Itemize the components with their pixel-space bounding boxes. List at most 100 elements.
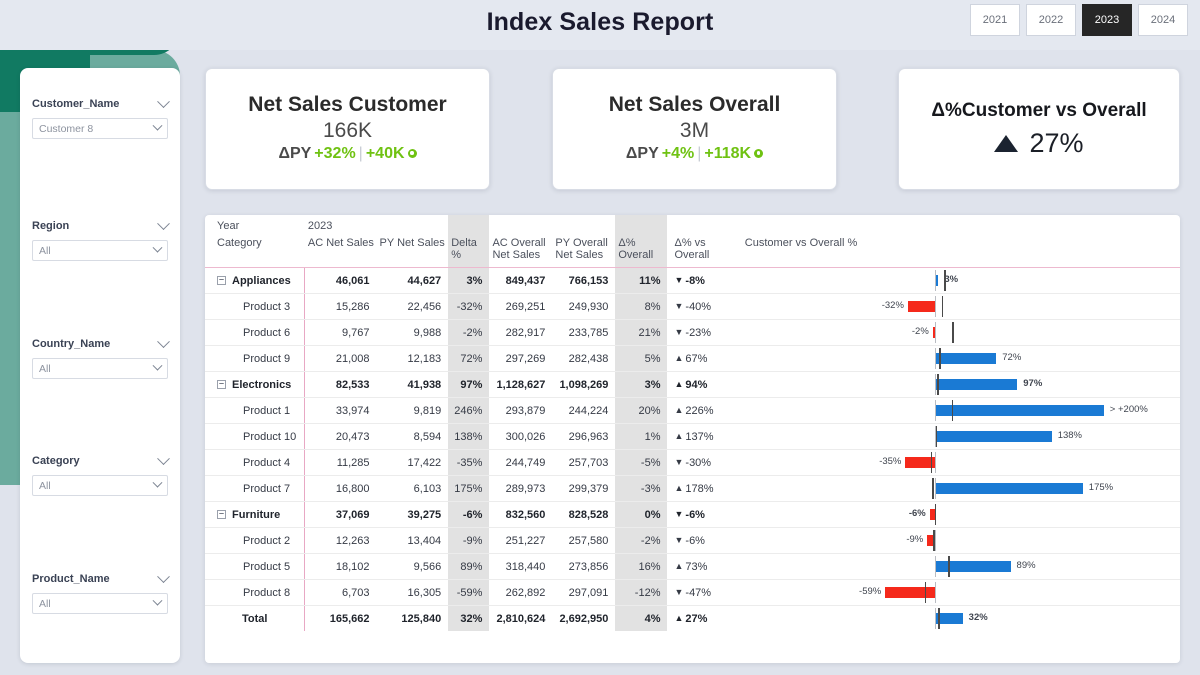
cell-delta-overall: 3% [615,371,668,398]
chevron-down-icon[interactable] [152,595,163,606]
zero-axis-line [934,582,937,603]
cell-py-net-sales: 9,988 [376,319,449,346]
cell-delta-pct: -6% [448,501,490,528]
cell-ac-overall: 282,917 [489,319,553,346]
year-label: Year [217,220,240,232]
bar-value-label: -2% [911,326,929,337]
triangle-up-icon: ▲ [674,612,684,623]
cell-ac-net-sales: 9,767 [304,319,377,346]
table-row[interactable]: Product 9 21,008 12,183 72% 297,269 282,438 5%… [205,345,1180,372]
column-header[interactable]: Category [205,237,305,267]
column-header[interactable]: AC Overall Net Sales [489,237,552,267]
table-row[interactable]: Electronics82,53341,93897%1,128,6271,098… [205,371,1180,398]
triangle-up-icon: ▲ [674,352,684,363]
triangle-down-icon: ▼ [674,534,684,545]
zero-axis-line [934,296,937,317]
filter-dropdown-region[interactable]: All [32,240,168,261]
chevron-down-icon[interactable] [152,242,163,253]
cell-category: Product 9 [205,345,305,372]
table-row[interactable]: Product 3 15,286 22,456 -32% 269,251 249,930 8… [205,293,1180,320]
cell-category: Product 1 [205,397,305,424]
triangle-down-icon: ▼ [674,274,684,285]
year-tab-2024[interactable]: 2024 [1138,4,1188,36]
table-row[interactable]: Product 5 18,102 9,566 89% 318,440 273,856 16%… [205,553,1180,580]
filter-block-region: Region All [32,216,170,261]
table-row[interactable]: Product 8 6,703 16,305 -59% 262,892 297,091 -1… [205,579,1180,606]
collapse-icon[interactable] [217,276,226,285]
year-tab-2021[interactable]: 2021 [970,4,1020,36]
collapse-icon[interactable] [217,380,226,389]
kpi-title: Net Sales Overall [608,93,781,117]
table-row[interactable]: Product 1 33,974 9,819 246% 293,879 244,224 20… [205,397,1180,424]
filter-dropdown-product_name[interactable]: All [32,593,168,614]
chevron-down-icon[interactable] [152,120,163,131]
column-header[interactable]: Δ% vs Overall [667,237,734,267]
cell-delta-pct: 72% [448,345,490,372]
bar-chart-row: -6% [735,502,1180,527]
column-header[interactable]: Customer vs Overall % [735,237,1180,267]
row-category-label: Product 7 [243,482,291,495]
cell-delta-vs-overall: ▼ -40% [667,293,735,320]
cell-ac-net-sales: 18,102 [304,553,377,580]
table-row[interactable]: Product 7 16,800 6,103 175% 289,973 299,379 -3… [205,475,1180,502]
cell-category: Product 7 [205,475,305,502]
bar-chart-row: 89% [735,554,1180,579]
table-year-row: Year 2023 [205,215,1180,237]
chevron-down-icon[interactable] [152,360,163,371]
filter-label: Customer_Name [32,94,170,110]
column-header[interactable]: PY Overall Net Sales [552,237,615,267]
year-tab-2022[interactable]: 2022 [1026,4,1076,36]
kpi-card-customer-vs-overall[interactable]: Δ%Customer vs Overall 27% [898,68,1180,190]
table-row[interactable]: Product 2 12,263 13,404 -9% 251,227 257,580 -2… [205,527,1180,554]
cell-py-net-sales: 39,275 [376,501,449,528]
filter-selected-value: Customer 8 [39,122,94,135]
table-row[interactable]: Product 4 11,285 17,422 -35% 244,749 257,703-… [205,449,1180,476]
triangle-down-icon: ▼ [674,586,684,597]
year-tab-2023[interactable]: 2023 [1082,4,1132,36]
chevron-down-icon[interactable] [157,216,170,230]
zero-axis-line [934,530,937,551]
reference-marker [924,582,927,603]
reference-marker [938,348,941,369]
chevron-down-icon[interactable] [157,334,170,348]
table-row[interactable]: Total 165,662 125,840 32% 2,810,624 2,692,950… [205,605,1180,631]
table-row[interactable]: Furniture37,06939,275-6%832,560828,5280%… [205,501,1180,528]
collapse-icon[interactable] [217,510,226,519]
cell-ac-net-sales: 37,069 [304,501,377,528]
row-category-label: Product 5 [243,560,291,573]
filter-selected-value: All [39,479,51,492]
column-header[interactable]: Delta % [448,237,490,267]
row-category-label: Product 3 [243,300,291,313]
cell-ac-overall: 832,560 [489,501,553,528]
column-header[interactable]: Δ% Overall [615,237,668,267]
bar-value-label: 175% [1088,482,1114,493]
chevron-down-icon[interactable] [152,477,163,488]
filter-dropdown-customer_name[interactable]: Customer 8 [32,118,168,139]
cell-delta-vs-overall: ▲ 94% [667,371,735,398]
reference-marker [944,270,946,291]
chevron-down-icon[interactable] [157,451,170,465]
kpi-card-net-sales-overall[interactable]: Net Sales Overall 3M ΔPY +4% | +118K [552,68,837,190]
column-header[interactable]: AC Net Sales [305,237,377,267]
kpi-card-net-sales-customer[interactable]: Net Sales Customer 166K ΔPY +32% | +40K [205,68,490,190]
table-row[interactable]: Appliances46,06144,6273%849,437766,15311… [205,268,1180,294]
chevron-down-icon[interactable] [157,94,170,108]
table-row[interactable]: Product 6 9,767 9,988 -2% 282,917 233,785 21% ▼… [205,319,1180,346]
filter-dropdown-country_name[interactable]: All [32,358,168,379]
table-row[interactable]: Product 10 20,473 8,594 138% 300,026 296,963 1… [205,423,1180,450]
cell-bar: 89% [734,553,1180,580]
chevron-down-icon[interactable] [157,569,170,583]
cell-category: Product 8 [205,579,305,606]
cell-delta-overall: 16% [615,553,668,580]
filter-dropdown-category[interactable]: All [32,475,168,496]
cell-category: Product 5 [205,553,305,580]
cell-bar: -2% [734,319,1180,346]
bar-value-label: 138% [1057,430,1083,441]
cell-delta-overall: 4% [615,605,668,631]
column-header[interactable]: PY Net Sales [377,237,449,267]
cell-delta-overall: -2% [615,527,668,554]
cell-ac-overall: 318,440 [489,553,553,580]
cell-ac-net-sales: 15,286 [304,293,377,320]
cell-delta-vs-overall-value: -6% [685,534,705,547]
cell-delta-pct: 32% [448,605,490,631]
